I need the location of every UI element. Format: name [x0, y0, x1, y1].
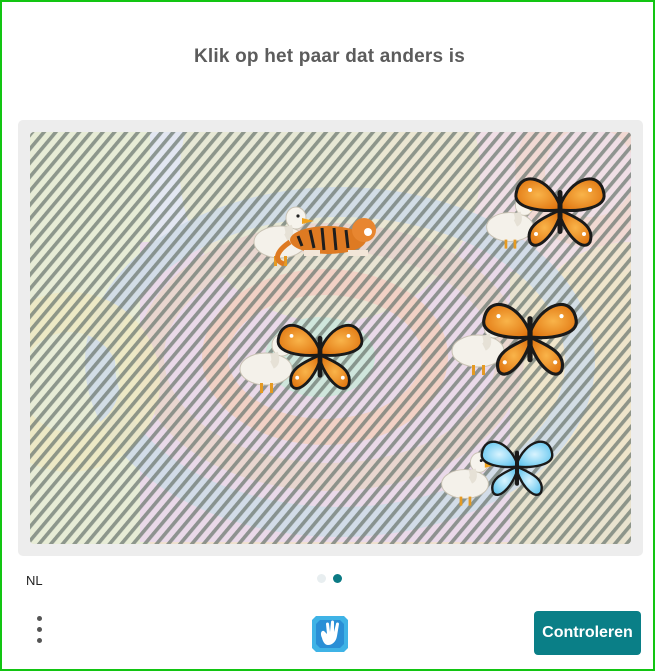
page-dot-2-active [333, 574, 342, 583]
challenge-panel [18, 120, 643, 556]
language-selector[interactable]: NL [26, 573, 43, 588]
challenge-prompt: Klik op het paar dat anders is [193, 46, 466, 67]
check-button[interactable]: Controleren [534, 611, 641, 655]
captcha-frame: Klik op het paar dat anders is NL Contro… [0, 0, 655, 671]
page-dot-1 [317, 574, 326, 583]
challenge-pagination [317, 574, 347, 586]
challenge-image [30, 132, 631, 544]
hand-shield-logo-icon [308, 612, 352, 656]
vertical-dots-icon[interactable] [28, 614, 52, 650]
